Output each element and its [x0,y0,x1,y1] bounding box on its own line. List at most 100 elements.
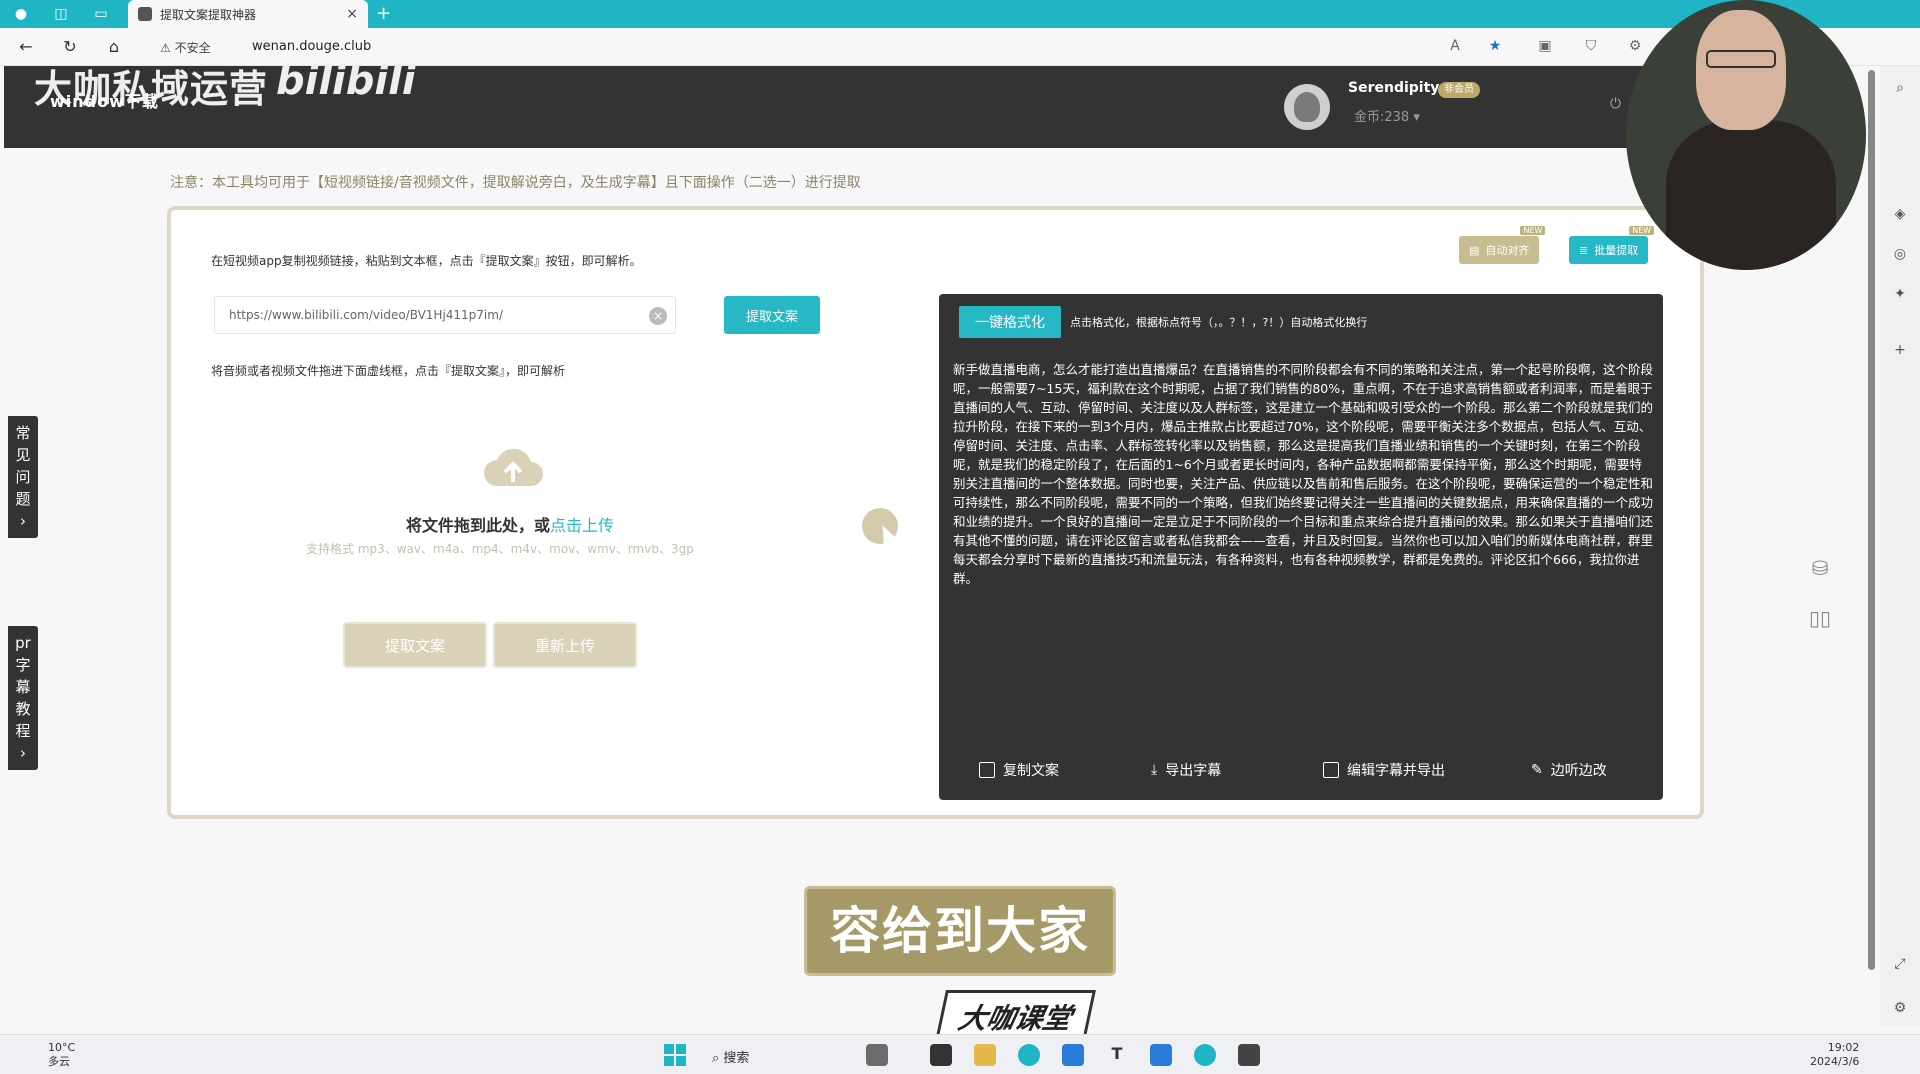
taskbar-app-icon[interactable] [866,1044,888,1066]
url-input-wrapper: × [214,296,676,334]
edit-export-subtitle-button[interactable]: 编辑字幕并导出 [1323,760,1445,780]
windows-start-icon[interactable] [664,1044,686,1066]
copy-label: 复制文案 [1003,763,1059,779]
click-upload-link[interactable]: 点击上传 [550,516,614,535]
taskbar-app-icon[interactable] [930,1044,952,1066]
typora-icon[interactable]: T [1106,1044,1128,1066]
browser-tab-bar: ● ◫ ▭ 提取文案提取神器 × + [0,0,1920,28]
clock-date: 2024/3/6 [1810,1055,1860,1068]
drop-zone-text: 将文件拖到此处，或点击上传 [406,512,614,536]
file-explorer-icon[interactable] [974,1044,996,1066]
edit-export-label: 编辑字幕并导出 [1347,763,1445,779]
screenshot-icon[interactable]: ⤢ [1890,956,1910,976]
browser-profile-icon[interactable]: ● [12,5,30,23]
chevron-right-icon: › [20,512,26,530]
taskbar-app-icon[interactable] [1062,1044,1084,1066]
tab-actions-icon[interactable]: ▭ [92,5,110,23]
browser-tab-active[interactable]: 提取文案提取神器 × [128,0,368,28]
shield-icon[interactable]: ⛉ [1582,38,1600,56]
site-header: 大咖私域运营 bilibili window下载 Serendipity 非会员… [4,58,1664,148]
pr-tutorial-label: pr字幕教程 [15,634,31,740]
taskbar-search-label: 搜索 [723,1051,750,1066]
format-hint: 点击格式化，根据标点符号（，。？！，?！）自动格式化换行 [1070,316,1368,329]
vip-badge[interactable]: 非会员 [1438,82,1480,98]
listen-edit-label: 边听边改 [1550,763,1607,779]
system-clock[interactable]: 19:02 2024/3/6 [1810,1041,1859,1069]
presenter-head [1696,10,1786,130]
presenter-body [1666,120,1836,270]
refresh-icon[interactable]: ↻ [60,37,80,57]
edge-browser-icon[interactable] [1018,1044,1040,1066]
copy-text-button[interactable]: 复制文案 [979,760,1059,780]
extracted-text[interactable]: 新手做直播电商，怎么才能打造出直播爆品？在直播销售的不同阶段都会有不同的策略和关… [953,360,1653,588]
collections-icon[interactable]: ◫ [52,5,70,23]
tools-icon[interactable]: ✦ [1890,286,1910,306]
new-tag: NEW [1520,226,1546,235]
chevron-right-icon: › [20,744,26,762]
listen-edit-button[interactable]: ✎ 边听边改 [1531,760,1607,780]
usage-notice: 注意：本工具均可用于【短视频链接/音视频文件，提取解说旁白，及生成字幕】且下面操… [170,175,861,191]
result-panel: 一键格式化 点击格式化，根据标点符号（，。？！，?！）自动格式化换行 新手做直播… [939,294,1663,800]
favorite-star-icon[interactable]: ★ [1486,38,1504,56]
supported-formats: 支持格式 mp3、wav、m4a、mp4、m4v、mov、wmv、rmvb、3g… [306,542,694,556]
batch-extract-label: 批量提取 [1594,244,1639,257]
new-tab-button[interactable]: + [376,3,391,24]
search-icon[interactable]: ⌕ [1890,80,1910,100]
security-label: 不安全 [174,41,211,55]
webcam-overlay [1626,0,1866,270]
weather-widget[interactable]: 10°C 多云 [20,1041,75,1069]
extension-icon[interactable]: ▣ [1536,38,1554,56]
pr-tutorial-side-tab[interactable]: pr字幕教程 › [8,626,38,770]
video-url-input[interactable] [229,308,661,322]
file-hint: 将音频或者视频文件拖进下面虚线框，点击『提取文案』，即可解析 [211,364,566,378]
result-actions: 复制文案 ⤓ 导出字幕 编辑字幕并导出 ✎ 边听边改 [939,760,1663,784]
extract-from-file-button[interactable]: 提取文案 [343,622,487,668]
settings-gear-icon[interactable]: ⚙ [1626,38,1644,56]
coins-stack-icon[interactable]: ⛁ [1806,556,1834,584]
edit-doc-icon [1323,762,1339,778]
weather-desc: 多云 [48,1055,70,1068]
user-avatar[interactable] [1284,84,1330,130]
taskbar-app-icon[interactable] [1238,1044,1260,1066]
edge-sidebar: ⌕ ◈ ◎ ✦ + ⤢ ⚙ [1880,66,1920,1026]
back-icon[interactable]: ← [16,37,36,57]
one-click-format-button[interactable]: 一键格式化 [959,306,1061,338]
clear-input-icon[interactable]: × [649,307,667,325]
tab-favicon-icon [138,7,152,21]
export-label: 导出字幕 [1165,763,1222,779]
username: Serendipity [1348,80,1440,96]
tab-title: 提取文案提取神器 [160,7,257,22]
read-aloud-icon[interactable]: A [1446,38,1464,56]
settings-icon[interactable]: ⚙ [1890,1000,1910,1020]
taskbar-search[interactable]: ⌕ 搜索 [712,1047,749,1066]
faq-side-tab[interactable]: 常见问题 › [8,416,38,538]
batch-extract-button[interactable]: ≣ 批量提取 NEW [1569,226,1655,264]
taskbar-app-icon[interactable] [1150,1044,1172,1066]
reupload-button[interactable]: 重新上传 [493,622,637,668]
home-icon[interactable]: ⌂ [104,37,124,57]
window-download-link[interactable]: window下载 [50,88,159,112]
taskbar-app-icon[interactable] [1194,1044,1216,1066]
games-icon[interactable]: ◎ [1890,246,1910,266]
export-subtitle-button[interactable]: ⤓ 导出字幕 [1151,760,1221,780]
stack-icon: ≣ [1579,243,1589,257]
coin-balance[interactable]: 金币:238 ▾ [1354,106,1420,125]
download-icon: ⤓ [1151,762,1158,778]
security-warning[interactable]: ⚠ 不安全 [160,39,211,56]
new-tag: NEW [1629,226,1655,235]
windows-taskbar: 10°C 多云 ⌕ 搜索 T 19:02 2024/3/6 [0,1034,1920,1074]
url-text[interactable]: wenan.douge.club [252,39,371,54]
pencil-icon: ✎ [1531,762,1543,778]
add-icon[interactable]: + [1890,342,1910,362]
shopping-icon[interactable]: ◈ [1890,206,1910,226]
main-card: 在短视频app复制视频链接，粘贴到文本框，点击『提取文案』按钮，即可解析。 × … [167,206,1704,819]
extract-from-link-button[interactable]: 提取文案 [724,296,820,334]
logout-power-icon[interactable]: ⏻ [1610,96,1621,112]
video-subtitle: 容给到大家 [804,886,1116,976]
auto-align-button[interactable]: ▤ 自动对齐 NEW [1459,226,1546,264]
page-scrollbar[interactable] [1868,70,1875,970]
book-open-icon[interactable]: ▯▯ [1806,606,1834,634]
cloud-upload-icon[interactable] [481,442,545,490]
weather-temp: 10°C [48,1041,76,1054]
tab-close-icon[interactable]: × [346,6,358,22]
